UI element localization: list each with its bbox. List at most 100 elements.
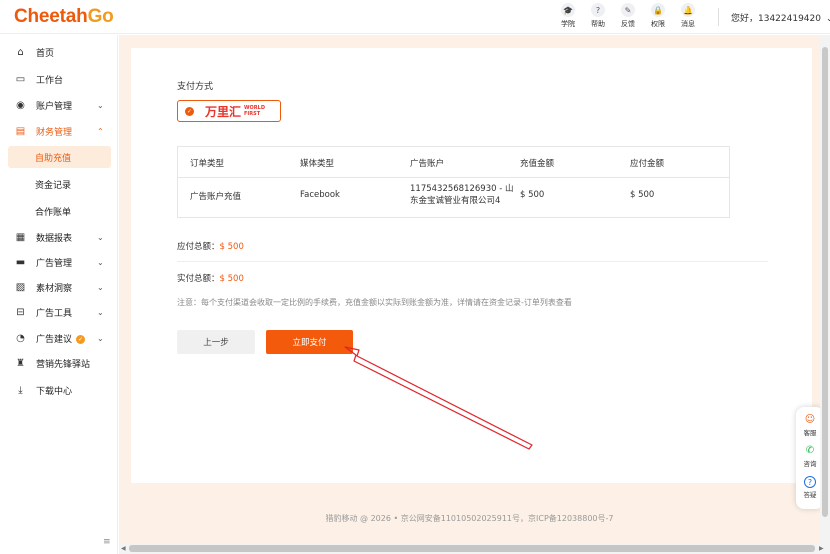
sidebar-item-creative-insights[interactable]: ▨ 素材洞察 ⌄	[0, 274, 118, 300]
sidebar-item-label: 首页	[36, 48, 55, 59]
cell-order-type: 广告账户充值	[190, 192, 242, 202]
chevron-down-icon: ⌄	[97, 307, 104, 317]
horizontal-scrollbar-thumb[interactable]	[129, 545, 815, 552]
sidebar-item-label: 财务管理	[36, 127, 73, 138]
finance-icon: ▤	[15, 125, 26, 137]
sidebar-item-label: 账户管理	[36, 101, 73, 112]
header-nav-feedback[interactable]: ✎ 反馈	[613, 3, 643, 29]
top-header: CheetahGo 🎓 学院 ? 帮助 ✎ 反馈 🔒 权限 🔔 消息 您好，13…	[0, 0, 830, 34]
sidebar: ⌂ 首页 ▭ 工作台 ◉ 账户管理 ⌄ ▤ 财务管理 ⌃ 自助充值 资金记录 合…	[0, 35, 118, 554]
sidebar-item-finance[interactable]: ▤ 财务管理 ⌃	[0, 118, 118, 144]
payment-card: 支付方式 ✓ 万里汇 WORLD FIRST 订单类型 媒体类型 广告账户 充值…	[131, 48, 812, 483]
chevron-down-icon: ⌄	[97, 100, 104, 110]
table-header: 订单类型 媒体类型 广告账户 充值金额 应付金额	[178, 147, 729, 178]
station-icon: ♜	[16, 357, 25, 369]
sidebar-item-accounts[interactable]: ◉ 账户管理 ⌄	[0, 92, 118, 118]
header-nav-label: 学院	[561, 20, 575, 28]
home-icon: ⌂	[17, 46, 24, 58]
header-nav-label: 帮助	[591, 20, 605, 28]
sidebar-item-label: 营销先锋驿站	[36, 359, 91, 370]
sidebar-item-label: 数据报表	[36, 233, 73, 244]
brand-logo-part2: Go	[87, 6, 114, 27]
sidebar-subitem-self-recharge[interactable]: 自助充值	[8, 146, 111, 168]
header-nav-label: 消息	[681, 20, 695, 28]
sidebar-item-label: 工作台	[36, 75, 64, 86]
monitor-icon: ▭	[15, 73, 26, 85]
chevron-up-icon: ⌃	[97, 126, 104, 136]
pay-now-button[interactable]: 立即支付	[266, 330, 353, 354]
cell-payable-amount: $ 500	[630, 190, 655, 200]
graduation-cap-icon: 🎓	[561, 3, 575, 17]
brand-logo-part1: Cheetah	[14, 6, 88, 27]
actual-total-label: 实付总额：	[177, 274, 220, 284]
check-circle-icon: ✓	[185, 106, 194, 116]
vertical-scrollbar-thumb[interactable]	[822, 47, 828, 517]
sidebar-item-reports[interactable]: ▦ 数据报表 ⌄	[0, 224, 118, 250]
account-icon: ◉	[16, 99, 25, 111]
sidebar-item-label: 下载中心	[36, 386, 73, 397]
header-divider	[718, 8, 719, 26]
sidebar-item-ads[interactable]: ▬ 广告管理 ⌄	[0, 249, 118, 275]
col-recharge-amount: 充值金额	[520, 159, 555, 169]
widget-label: 咨询	[803, 460, 817, 468]
robot-service-icon: ☺	[804, 414, 816, 425]
payable-total-value: $ 500	[219, 242, 244, 252]
sidebar-subitem-bills[interactable]: 合作账单	[8, 200, 111, 222]
sidebar-subitem-fund-records[interactable]: 资金记录	[8, 173, 111, 195]
col-ad-account: 广告账户	[410, 159, 445, 169]
widget-label: 答疑	[803, 491, 817, 499]
suggest-icon: ◔	[16, 332, 25, 344]
sidebar-item-label-text: 广告建议	[36, 334, 73, 345]
header-nav-permission[interactable]: 🔒 权限	[643, 3, 673, 29]
scroll-left-icon[interactable]: ◀	[121, 545, 126, 552]
chevron-down-icon: ⌄	[97, 333, 104, 343]
sidebar-item-label: 广告建议 ✓	[36, 332, 86, 345]
header-nav-label: 反馈	[621, 20, 635, 28]
check-badge-icon: ✓	[76, 334, 86, 344]
col-media-type: 媒体类型	[300, 159, 335, 169]
brand-logo[interactable]: CheetahGo	[14, 6, 114, 28]
user-greeting: 您好，13422419420	[731, 14, 821, 24]
sidebar-item-marketing-station[interactable]: ♜ 营销先锋驿站	[0, 350, 118, 376]
bell-icon: 🔔	[681, 3, 695, 17]
sidebar-collapse-icon[interactable]: ≡	[103, 537, 111, 547]
footer-copyright: 猎豹移动 @ 2026 • 京公网安备11010502025911号，京ICP备…	[325, 514, 614, 523]
report-icon: ▦	[15, 231, 26, 243]
widget-label: 客服	[803, 429, 817, 437]
payment-method-en-line2: FIRST	[244, 111, 261, 117]
chevron-down-icon: ⌄	[97, 232, 104, 242]
question-icon: ?	[804, 476, 816, 488]
col-order-type: 订单类型	[190, 159, 225, 169]
chevron-down-icon: ⌄	[97, 282, 104, 292]
sidebar-item-ad-tools[interactable]: ⊟ 广告工具 ⌄	[0, 299, 118, 325]
header-nav-label: 权限	[651, 20, 665, 28]
order-table: 订单类型 媒体类型 广告账户 充值金额 应付金额 广告账户充值 Facebook…	[177, 146, 730, 218]
image-icon: ▨	[15, 281, 26, 293]
ads-icon: ▬	[15, 256, 26, 268]
payment-method-en: WORLD FIRST	[244, 105, 265, 117]
help-book-icon: ?	[591, 3, 605, 17]
sidebar-item-workbench[interactable]: ▭ 工作台	[0, 66, 118, 92]
header-nav-messages[interactable]: 🔔 消息	[673, 3, 703, 29]
feedback-pen-icon: ✎	[621, 3, 635, 17]
section-title: 支付方式	[177, 82, 214, 92]
actual-total-value: $ 500	[219, 274, 244, 284]
payment-method-worldfirst[interactable]: ✓ 万里汇 WORLD FIRST	[177, 100, 281, 122]
user-menu[interactable]: 您好，13422419420 ⌄	[731, 11, 830, 24]
horizontal-scrollbar[interactable]: ◀ ▶	[119, 543, 830, 554]
sidebar-item-home[interactable]: ⌂ 首页	[0, 39, 118, 65]
sidebar-item-label: 广告工具	[36, 308, 73, 319]
payment-method-name: 万里汇	[205, 104, 242, 119]
header-nav-academy[interactable]: 🎓 学院	[553, 3, 583, 29]
sidebar-item-ad-suggestions[interactable]: ◔ 广告建议 ✓ ⌄	[0, 325, 118, 351]
tools-icon: ⊟	[16, 306, 25, 318]
previous-step-button[interactable]: 上一步	[177, 330, 255, 354]
sidebar-item-label: 素材洞察	[36, 283, 73, 294]
vertical-scrollbar[interactable]	[820, 35, 830, 543]
header-nav-help[interactable]: ? 帮助	[583, 3, 613, 29]
payable-total: 应付总额：$ 500	[177, 240, 244, 252]
scroll-right-icon[interactable]: ▶	[819, 545, 824, 552]
wechat-icon: ✆	[805, 445, 815, 456]
payable-total-label: 应付总额：	[177, 242, 220, 252]
sidebar-item-downloads[interactable]: ⤓ 下载中心	[0, 377, 118, 403]
